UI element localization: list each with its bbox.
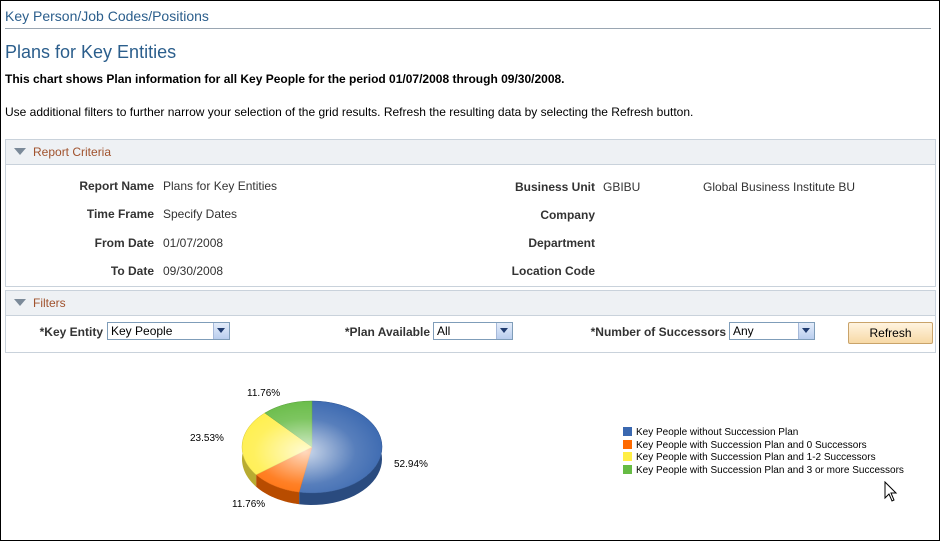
from-date-label: From Date [94,236,154,250]
number-of-successors-value: Any [733,324,754,338]
legend-swatch [623,464,632,474]
mouse-pointer-icon [884,481,898,502]
chevron-down-icon[interactable] [798,323,814,339]
key-entity-select[interactable]: Key People [107,322,230,340]
slice-label-0: 52.94% [394,459,428,470]
legend-label: Key People with Succession Plan and 1-2 … [636,452,876,463]
slice-label-1: 11.76% [232,499,266,510]
report-criteria-title[interactable]: Report Criteria [33,145,111,159]
chart-legend: Key People without Succession Plan Key P… [623,427,904,477]
key-entity-value: Key People [111,324,173,338]
location-code-label: Location Code [511,264,595,278]
legend-item: Key People with Succession Plan and 1-2 … [623,452,904,465]
legend-label: Key People with Succession Plan and 3 or… [636,464,904,476]
legend-item: Key People with Succession Plan and 3 or… [623,464,904,478]
plan-available-value: All [437,324,451,338]
legend-item: Key People without Succession Plan [623,427,904,440]
slice-label-2: 23.53% [190,433,224,444]
number-of-successors-select[interactable]: Any [729,322,815,340]
triangle-down-icon[interactable] [14,148,26,155]
chevron-down-icon[interactable] [496,323,512,339]
filters-title[interactable]: Filters [33,296,66,310]
legend-swatch [623,439,632,449]
department-label: Department [528,236,595,250]
legend-swatch [623,452,632,461]
from-date-value: 01/07/2008 [163,236,224,250]
time-frame-label: Time Frame [86,207,154,221]
time-frame-value: Specify Dates [163,207,238,221]
key-entity-label: *Key Entity [39,325,103,339]
refresh-button[interactable]: Refresh [848,322,933,344]
legend-item: Key People with Succession Plan and 0 Su… [623,439,904,453]
report-name-label: Report Name [79,179,154,193]
filters-header[interactable]: Filters [6,291,935,316]
slice-label-3: 11.76% [247,388,281,399]
report-criteria-header[interactable]: Report Criteria [6,140,935,165]
divider [5,28,931,29]
legend-swatch [623,427,632,436]
plan-available-label: *Plan Available [344,325,430,339]
instructions-text: Use additional filters to further narrow… [5,105,694,119]
chart-description: This chart shows Plan information for al… [5,72,565,86]
to-date-label: To Date [110,264,154,278]
plan-available-select[interactable]: All [433,322,513,340]
legend-label: Key People without Succession Plan [636,427,799,438]
report-name-value: Plans for Key Entities [163,179,278,193]
business-unit-label: Business Unit [514,180,595,194]
page-title: Plans for Key Entities [5,42,177,62]
number-of-successors-label: *Number of Successors [590,325,726,339]
breadcrumb[interactable]: Key Person/Job Codes/Positions [5,8,209,24]
company-label: Company [540,208,595,222]
business-unit-code: GBIBU [603,180,641,194]
to-date-value: 09/30/2008 [163,264,224,278]
legend-label: Key People with Succession Plan and 0 Su… [636,439,867,451]
triangle-down-icon[interactable] [14,299,26,306]
chevron-down-icon[interactable] [213,323,229,339]
business-unit-description: Global Business Institute BU [703,180,856,194]
